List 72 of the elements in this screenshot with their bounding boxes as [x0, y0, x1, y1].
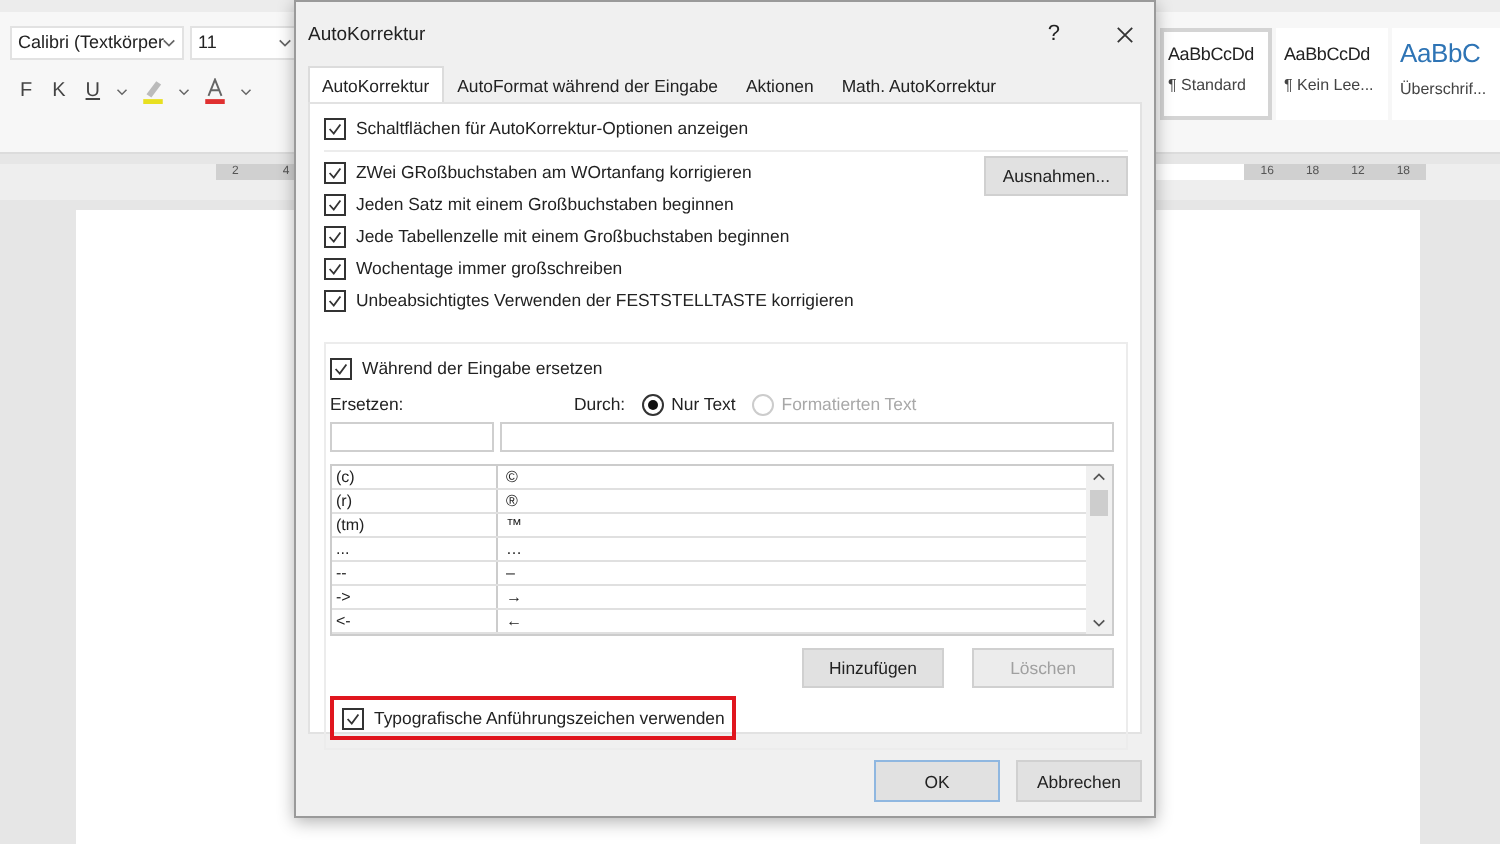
radio-option[interactable]: Nur Text: [641, 393, 736, 415]
checkbox-option[interactable]: Unbeabsichtigtes Verwenden der FESTSTELLTASTE korrigieren: [324, 284, 854, 316]
exceptions-button[interactable]: Ausnahmen...: [984, 156, 1128, 196]
format-button[interactable]: K: [48, 80, 70, 102]
font-name-field[interactable]: Calibri (Textkörper: [10, 26, 184, 60]
checkbox[interactable]: [330, 357, 352, 379]
with-label: Durch:: [574, 394, 626, 414]
style-item[interactable]: AaBbCcDd ¶ Standard: [1160, 28, 1272, 120]
style-sample: AaBbCcDd: [1284, 44, 1370, 64]
table-cell: --: [332, 562, 498, 584]
caret-icon[interactable]: [116, 87, 129, 95]
style-item[interactable]: AaBbC Überschrif...: [1392, 28, 1500, 120]
cancel-button[interactable]: Abbrechen: [1016, 760, 1142, 802]
tab[interactable]: AutoKorrektur: [308, 66, 444, 102]
checkbox-option[interactable]: ZWei GRoßbuchstaben am WOrtanfang korrigieren: [324, 156, 854, 188]
replace-input[interactable]: [330, 422, 494, 452]
table-cell-text: ™: [504, 514, 522, 536]
with-input[interactable]: [500, 422, 1114, 452]
table-cell-text: ®: [504, 490, 518, 512]
scroll-down-icon[interactable]: [1092, 618, 1106, 628]
caret-icon[interactable]: [240, 87, 253, 95]
radio-button[interactable]: [641, 393, 664, 415]
table-cell: (tm): [332, 514, 498, 536]
checkbox[interactable]: [324, 289, 346, 311]
format-button[interactable]: U: [81, 80, 105, 102]
checkbox[interactable]: [324, 161, 346, 183]
scroll-thumb[interactable]: [1090, 490, 1108, 516]
checkbox-option[interactable]: Typografische Anführungszeichen verwenden: [330, 696, 737, 740]
add-button[interactable]: Hinzufügen: [802, 648, 944, 688]
checkbox-option[interactable]: Wochentage immer großschreiben: [324, 252, 854, 284]
checkbox[interactable]: [324, 193, 346, 215]
table-cell: (c): [332, 466, 498, 488]
table-cell: (r): [332, 490, 498, 512]
checkbox[interactable]: [342, 707, 364, 729]
table-cell: ->: [332, 586, 498, 608]
style-item[interactable]: AaBbCcDd ¶ Kein Lee...: [1276, 28, 1388, 120]
style-name: ¶ Kein Lee...: [1284, 76, 1374, 94]
font-size-field[interactable]: 11: [190, 26, 300, 60]
caret-icon[interactable]: [278, 38, 292, 48]
checkbox-option[interactable]: Schaltflächen für AutoKorrektur-Optionen anzeigen: [324, 112, 1128, 144]
tab[interactable]: AutoFormat während der Eingabe: [443, 66, 732, 102]
font-color-icon[interactable]: [202, 78, 229, 104]
checkbox-option[interactable]: Jede Tabellenzelle mit einem Großbuchstaben beginnen: [324, 220, 854, 252]
checkbox[interactable]: [324, 225, 346, 247]
style-name: Überschrif...: [1400, 80, 1487, 98]
style-sample: AaBbCcDd: [1168, 44, 1254, 64]
checkbox[interactable]: [324, 117, 346, 139]
scroll-up-icon[interactable]: [1092, 472, 1106, 482]
replacement-list[interactable]: (c) © (r) ® (tm) ™ ... … -- – -> → <- ←: [330, 464, 1114, 636]
ok-button[interactable]: OK: [874, 760, 1000, 802]
table-cell-text: …: [504, 538, 522, 560]
format-button[interactable]: F: [16, 80, 37, 102]
checkbox-option[interactable]: Jeden Satz mit einem Großbuchstaben beginnen: [324, 188, 854, 220]
style-name: ¶ Standard: [1168, 76, 1246, 94]
table-cell-text: ←: [504, 610, 522, 632]
tab[interactable]: Math. AutoKorrektur: [827, 66, 1011, 102]
help-button[interactable]: ?: [1047, 22, 1060, 46]
table-cell: ...: [332, 538, 498, 560]
scrollbar[interactable]: [1086, 466, 1112, 634]
style-sample: AaBbC: [1400, 38, 1481, 68]
table-cell-text: →: [504, 586, 522, 608]
table-cell-text: –: [504, 562, 515, 584]
tab[interactable]: Aktionen: [732, 66, 828, 102]
checkbox-option[interactable]: Während der Eingabe ersetzen: [330, 352, 1114, 384]
caret-icon[interactable]: [162, 38, 176, 48]
table-cell: <-: [332, 610, 498, 632]
dialog-title: AutoKorrektur: [308, 23, 428, 45]
checkbox[interactable]: [324, 257, 346, 279]
table-cell-text: ©: [504, 466, 518, 488]
replace-label: Ersetzen:: [330, 394, 406, 414]
close-icon[interactable]: [1116, 25, 1134, 43]
caret-icon[interactable]: [178, 87, 191, 95]
